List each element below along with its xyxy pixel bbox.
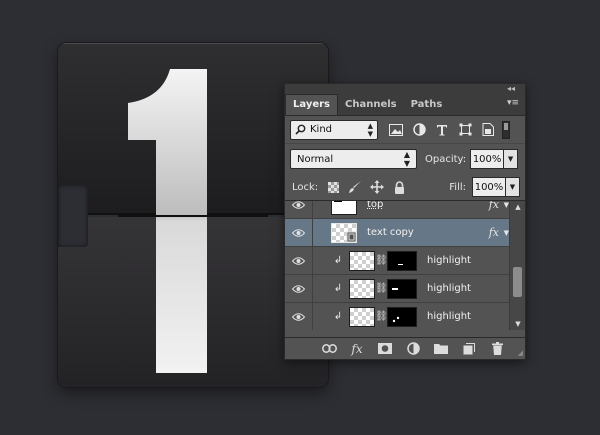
layer-mask-thumbnail[interactable] xyxy=(387,250,417,271)
opacity-input[interactable]: 100% xyxy=(470,149,505,169)
shape-filter-icon[interactable] xyxy=(457,122,473,138)
mask-link-chain-icon[interactable]: ⛓ xyxy=(375,283,388,294)
panel-bottom-toolbar: fx ◢ xyxy=(285,337,525,359)
blend-row: Normal ▲ ▼ Opacity: 100% ▼ xyxy=(285,144,525,174)
layer-thumbnail xyxy=(331,222,357,243)
layers-scrollbar[interactable]: ▲ ▼ xyxy=(509,201,525,330)
panel-menu-icon[interactable]: ▾≡ xyxy=(507,98,519,108)
scroll-down-arrow-icon[interactable]: ▼ xyxy=(510,320,525,328)
layer-thumbnail xyxy=(349,250,375,271)
layer-mask-thumbnail[interactable] xyxy=(387,306,417,327)
layer-row-highlight[interactable]: ↲ ⛓ highlight xyxy=(285,246,511,275)
filter-kind-label: Kind xyxy=(310,124,333,135)
visibility-eye-icon[interactable] xyxy=(285,246,313,275)
layers-list: top fx ▼ text copy fx ▼ ↲ ⛓ highlight ↲ … xyxy=(285,201,525,330)
collapse-panel-icon[interactable]: ◂◂ xyxy=(507,85,515,93)
layer-name: highlight xyxy=(427,255,471,266)
layer-name: highlight xyxy=(427,311,471,322)
new-group-folder-icon[interactable] xyxy=(433,341,449,357)
blend-mode-value: Normal xyxy=(297,153,334,165)
lock-icons xyxy=(326,180,406,194)
delete-layer-trash-icon[interactable] xyxy=(489,341,505,357)
layer-mask-thumbnail[interactable] xyxy=(387,278,417,299)
fill-label: Fill: xyxy=(449,181,466,193)
scroll-up-arrow-icon[interactable]: ▲ xyxy=(510,203,525,211)
clipping-mask-arrow-icon: ↲ xyxy=(333,283,343,294)
tab-layers[interactable]: Layers xyxy=(285,94,338,115)
filter-toggle-switch[interactable] xyxy=(502,120,510,139)
opacity-label: Opacity: xyxy=(425,153,467,165)
visibility-eye-icon[interactable] xyxy=(285,274,313,303)
panel-tabs: Layers Channels Paths ▾≡ xyxy=(285,94,525,116)
lock-position-move-icon[interactable] xyxy=(370,180,385,194)
image-filter-icon[interactable] xyxy=(388,122,404,138)
layers-panel: ◂◂ Layers Channels Paths ▾≡ Kind ▲ ▼ Nor… xyxy=(284,83,526,360)
adjustment-layer-icon[interactable] xyxy=(405,341,421,357)
lock-all-padlock-icon[interactable] xyxy=(392,180,406,194)
layer-thumbnail xyxy=(349,278,375,299)
filter-row: Kind ▲ ▼ xyxy=(285,116,525,144)
lock-row: Lock: Fill: 100% ▼ xyxy=(285,174,525,201)
layer-thumbnail xyxy=(349,306,375,327)
layer-name: top xyxy=(367,201,384,210)
mask-link-chain-icon[interactable]: ⛓ xyxy=(375,255,388,266)
visibility-eye-icon[interactable] xyxy=(285,218,313,247)
tab-paths[interactable]: Paths xyxy=(404,95,450,115)
layer-fx-icon[interactable]: fx xyxy=(489,201,499,211)
lock-transparency-icon[interactable] xyxy=(326,180,340,194)
layer-row-text-copy[interactable]: text copy fx ▼ xyxy=(285,218,511,247)
fill-input[interactable]: 100% xyxy=(472,177,506,197)
updown-arrow-icon: ▲ ▼ xyxy=(367,121,373,138)
fill-group: Fill: 100% ▼ xyxy=(441,177,520,197)
visibility-eye-icon[interactable] xyxy=(285,201,313,219)
lock-label: Lock: xyxy=(292,181,319,193)
new-layer-icon[interactable] xyxy=(461,341,477,357)
layer-thumbnail xyxy=(331,201,357,215)
type-filter-icon[interactable] xyxy=(434,122,450,138)
blend-mode-select[interactable]: Normal ▲ ▼ xyxy=(290,149,417,169)
add-mask-icon[interactable] xyxy=(377,341,393,357)
adjustment-filter-icon[interactable] xyxy=(411,122,427,138)
tab-channels[interactable]: Channels xyxy=(338,95,404,115)
filter-icons xyxy=(388,122,496,138)
layer-row-top[interactable]: top fx ▼ xyxy=(285,201,511,219)
visibility-eye-icon[interactable] xyxy=(285,302,313,330)
updown-arrow-icon: ▲ ▼ xyxy=(403,150,410,168)
panel-titlebar[interactable]: ◂◂ xyxy=(285,84,525,94)
smart-object-filter-icon[interactable] xyxy=(480,122,496,138)
fill-dropdown-button[interactable]: ▼ xyxy=(506,177,520,197)
mask-link-chain-icon[interactable]: ⛓ xyxy=(375,311,388,322)
scrollbar-thumb[interactable] xyxy=(513,267,522,297)
clipping-mask-arrow-icon: ↲ xyxy=(333,255,343,266)
filter-kind-select[interactable]: Kind ▲ ▼ xyxy=(290,119,378,140)
clipping-mask-arrow-icon: ↲ xyxy=(333,311,343,322)
search-icon xyxy=(295,124,306,135)
fx-icon[interactable]: fx xyxy=(349,341,365,357)
lock-pixels-brush-icon[interactable] xyxy=(348,180,362,194)
layer-name: highlight xyxy=(427,283,471,294)
layer-fx-icon[interactable]: fx xyxy=(489,226,499,239)
opacity-dropdown-button[interactable]: ▼ xyxy=(504,149,519,169)
link-layers-icon[interactable] xyxy=(321,341,337,357)
layer-row-highlight[interactable]: ↲ ⛓ highlight xyxy=(285,274,511,303)
layer-row-highlight[interactable]: ↲ ⛓ highlight xyxy=(285,302,511,330)
resize-grip-icon[interactable]: ◢ xyxy=(518,349,523,357)
layer-name: text copy xyxy=(367,227,414,238)
